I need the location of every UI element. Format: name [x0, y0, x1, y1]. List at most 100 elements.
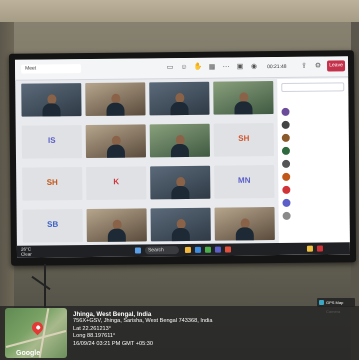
people-icon[interactable]: ☺ — [179, 62, 189, 73]
photo-scene: Meet ▭ ☺ ✋ ▦ ⋯ ▣ ◉ 00:21:48 ⇪ ⚙ Leave IS… — [0, 0, 359, 360]
participant-video — [170, 134, 189, 158]
participant-name — [294, 212, 344, 219]
participant-row[interactable] — [282, 158, 345, 169]
participant-tile[interactable]: IS — [21, 125, 82, 159]
participant-row[interactable] — [282, 210, 346, 221]
participant-video — [170, 92, 189, 116]
geotag-longitude: Long 88.197611° — [73, 333, 116, 340]
avatar — [282, 172, 291, 181]
start-icon[interactable] — [134, 247, 141, 254]
share-icon[interactable]: ⇪ — [299, 61, 309, 72]
tv-cable-branch — [31, 275, 51, 291]
participant-row[interactable] — [281, 145, 345, 156]
participant-initials: SB — [47, 219, 59, 229]
participant-tile[interactable] — [213, 81, 274, 115]
weather-widget[interactable]: 26°C Clear — [21, 247, 32, 257]
teams-icon[interactable] — [214, 246, 221, 253]
map-brand: Google — [16, 350, 41, 357]
participant-tile[interactable] — [149, 81, 210, 116]
geotag-datetime: 16/09/24 03:21 PM GMT +05:30 — [73, 340, 153, 347]
participant-row[interactable] — [281, 119, 345, 130]
participant-tile[interactable]: MN — [214, 165, 275, 199]
avatar — [281, 146, 290, 155]
camera-icon[interactable]: ▣ — [235, 61, 245, 72]
television: Meet ▭ ☺ ✋ ▦ ⋯ ▣ ◉ 00:21:48 ⇪ ⚙ Leave IS… — [8, 50, 357, 266]
participant-list — [277, 78, 348, 220]
participant-tile[interactable] — [149, 123, 210, 158]
avatar — [281, 133, 290, 142]
weather-desc: Clear — [20, 251, 32, 257]
settings-icon[interactable]: ⚙ — [313, 61, 323, 72]
participant-tile[interactable]: K — [86, 166, 147, 201]
leave-button[interactable]: Leave — [326, 60, 346, 72]
participant-initials: K — [113, 177, 120, 187]
participants-panel — [277, 78, 351, 255]
notification-icon[interactable] — [306, 245, 313, 252]
participant-video — [234, 92, 253, 115]
camera-app-icon — [319, 300, 324, 305]
participant-name — [293, 199, 343, 206]
participant-initials: IS — [47, 135, 56, 145]
participant-video — [235, 218, 254, 241]
geotag-address: 756X+GSV, Jhinga, Sarisha, West Bengal 7… — [73, 318, 213, 325]
participant-tile[interactable] — [86, 208, 147, 243]
participant-row[interactable] — [282, 197, 345, 208]
windows-taskbar: 26°C Clear Search — [16, 242, 351, 258]
meeting-toolbar: Meet ▭ ☺ ✋ ▦ ⋯ ▣ ◉ 00:21:48 ⇪ ⚙ Leave — [14, 56, 349, 81]
participant-tile[interactable]: SH — [213, 123, 274, 157]
participant-name — [293, 160, 343, 167]
chrome-icon[interactable] — [204, 246, 211, 253]
participant-name — [293, 147, 343, 154]
participant-name — [292, 108, 342, 115]
mic-icon[interactable]: ◉ — [249, 61, 259, 72]
participant-video — [171, 176, 190, 200]
participant-tile[interactable] — [150, 207, 211, 242]
participant-tile[interactable]: SB — [22, 209, 83, 243]
location-map-thumbnail: Google — [5, 308, 67, 358]
participant-video — [42, 94, 61, 117]
participant-search-input[interactable] — [281, 82, 345, 92]
edge-icon[interactable] — [194, 246, 201, 253]
view-icon[interactable]: ▦ — [207, 62, 217, 73]
participant-tile[interactable]: SH — [22, 167, 83, 201]
avatar — [282, 198, 291, 207]
alert-icon[interactable] — [316, 245, 323, 252]
participant-tile[interactable] — [21, 83, 82, 117]
taskbar-search[interactable]: Search — [144, 246, 180, 255]
participant-initials: SH — [238, 133, 250, 143]
participant-row[interactable] — [281, 132, 345, 143]
avatar — [281, 107, 290, 116]
participant-tile[interactable] — [85, 82, 146, 117]
participant-tile[interactable] — [150, 165, 211, 200]
map-road — [38, 308, 50, 358]
avatar — [282, 211, 291, 220]
avatar — [282, 159, 291, 168]
raise-hand-icon[interactable]: ✋ — [193, 62, 203, 73]
app-tab[interactable]: Meet — [21, 64, 82, 74]
participant-initials: SH — [46, 177, 58, 187]
participant-name — [293, 186, 343, 193]
chat-icon[interactable]: ▭ — [165, 62, 175, 73]
participant-name — [293, 173, 343, 180]
app-icon[interactable] — [224, 246, 231, 253]
more-icon[interactable]: ⋯ — [221, 61, 231, 72]
participant-row[interactable] — [281, 106, 344, 117]
avatar — [281, 120, 290, 129]
participant-tile[interactable] — [214, 207, 275, 241]
participant-initials: MN — [237, 175, 251, 185]
geotag-place: Jhinga, West Bengal, India — [73, 311, 152, 318]
geotag-text: Jhinga, West Bengal, India 756X+GSV, Jhi… — [73, 311, 355, 348]
participant-row[interactable] — [282, 171, 345, 182]
participant-name — [293, 134, 343, 141]
ceiling — [0, 0, 359, 22]
participant-row[interactable] — [282, 184, 345, 195]
avatar — [282, 185, 291, 194]
participant-name — [293, 121, 343, 128]
participant-video — [107, 219, 126, 243]
meeting-timer: 00:21:48 — [267, 63, 287, 71]
participant-video — [106, 135, 126, 159]
explorer-icon[interactable] — [184, 246, 191, 253]
participant-tile[interactable] — [85, 124, 146, 159]
participant-video — [106, 93, 125, 117]
tv-screen: Meet ▭ ☺ ✋ ▦ ⋯ ▣ ◉ 00:21:48 ⇪ ⚙ Leave IS… — [14, 56, 351, 258]
